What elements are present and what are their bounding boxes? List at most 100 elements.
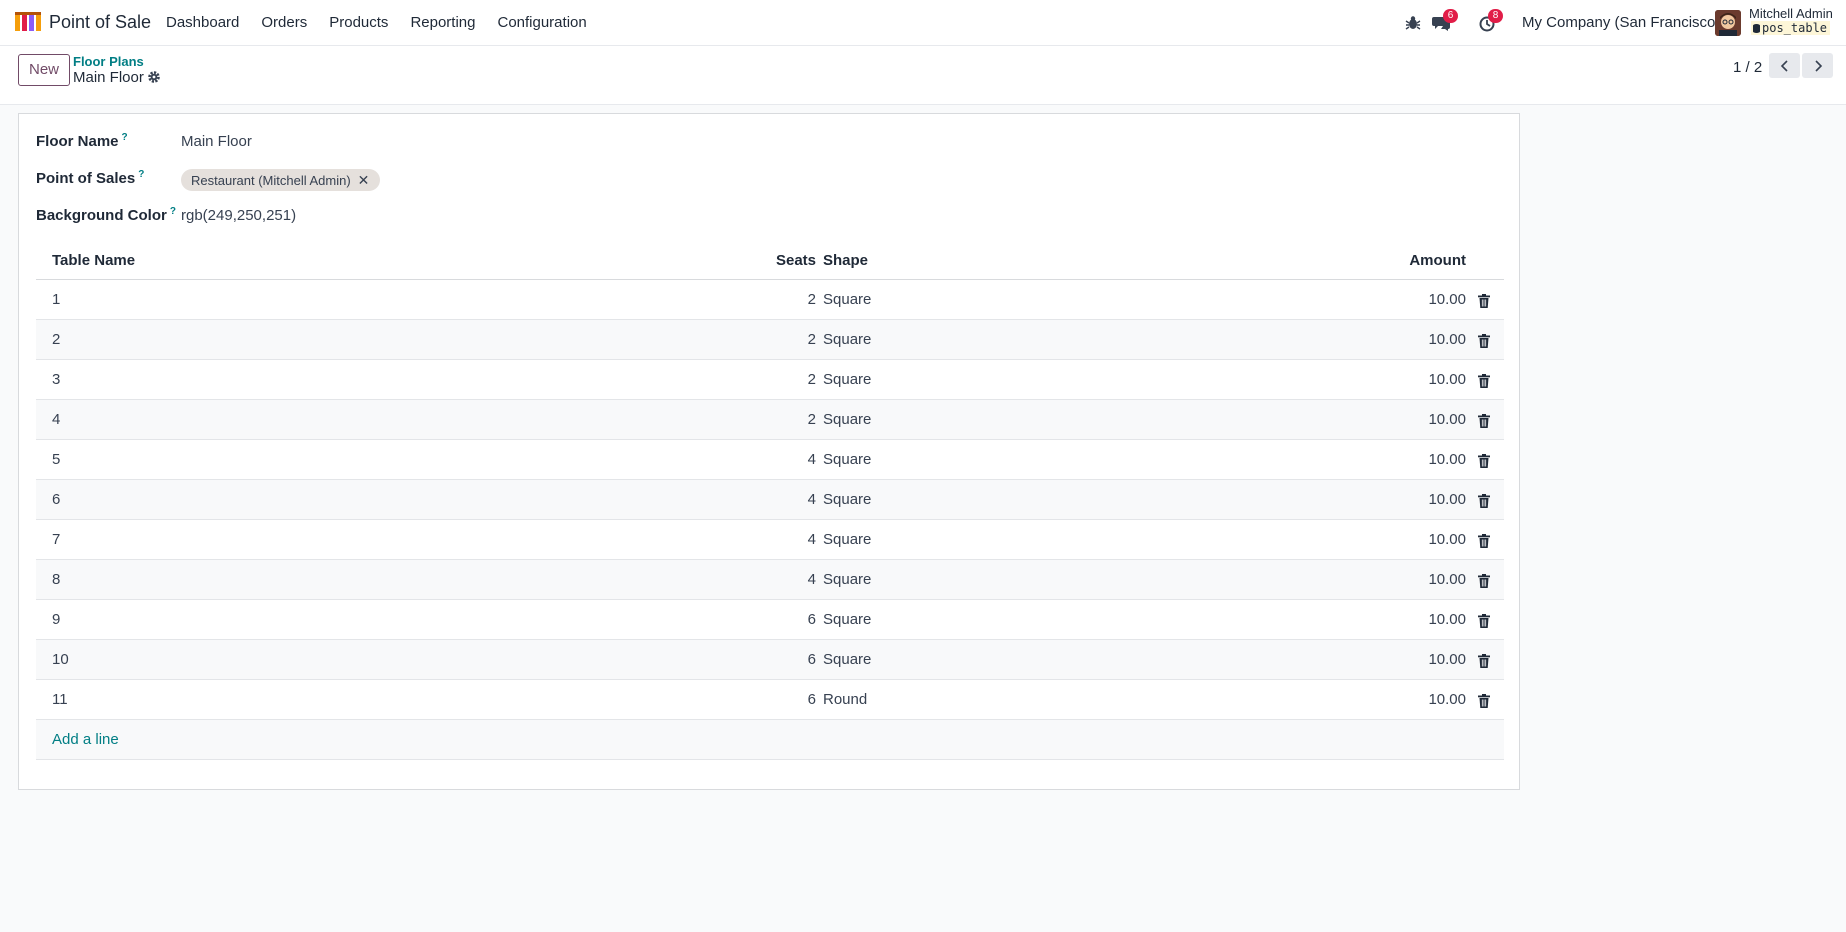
cell-seats[interactable]: 4: [808, 451, 816, 468]
trash-icon[interactable]: [1478, 534, 1490, 548]
user-name[interactable]: Mitchell Admin: [1749, 6, 1833, 21]
main-menu: Dashboard Orders Products Reporting Conf…: [166, 14, 609, 31]
table-row[interactable]: 3 2 Square 10.00: [36, 360, 1504, 400]
cell-shape[interactable]: Square: [823, 451, 871, 468]
cell-amount[interactable]: 10.00: [1428, 571, 1466, 588]
cell-amount[interactable]: 10.00: [1428, 531, 1466, 548]
cell-table-name[interactable]: 2: [52, 331, 60, 348]
user-avatar[interactable]: [1715, 10, 1741, 36]
cell-table-name[interactable]: 10: [52, 651, 69, 668]
messages-icon[interactable]: 6: [1432, 9, 1458, 33]
app-name[interactable]: Point of Sale: [49, 12, 151, 33]
cell-shape[interactable]: Square: [823, 571, 871, 588]
cell-amount[interactable]: 10.00: [1428, 651, 1466, 668]
trash-icon[interactable]: [1478, 614, 1490, 628]
cell-shape[interactable]: Square: [823, 331, 871, 348]
cell-table-name[interactable]: 5: [52, 451, 60, 468]
trash-icon[interactable]: [1478, 574, 1490, 588]
table-row[interactable]: 10 6 Square 10.00: [36, 640, 1504, 680]
cell-amount[interactable]: 10.00: [1428, 451, 1466, 468]
cell-amount[interactable]: 10.00: [1428, 371, 1466, 388]
help-tooltip-icon[interactable]: ?: [122, 132, 128, 143]
menu-dashboard[interactable]: Dashboard: [166, 14, 239, 31]
cell-seats[interactable]: 6: [808, 691, 816, 708]
cell-shape[interactable]: Square: [823, 611, 871, 628]
trash-icon[interactable]: [1478, 334, 1490, 348]
cell-amount[interactable]: 10.00: [1428, 611, 1466, 628]
cell-table-name[interactable]: 4: [52, 411, 60, 428]
gear-icon[interactable]: [147, 70, 161, 84]
trash-icon[interactable]: [1478, 454, 1490, 468]
menu-orders[interactable]: Orders: [261, 14, 307, 31]
cell-table-name[interactable]: 11: [52, 691, 68, 708]
cell-shape[interactable]: Round: [823, 691, 867, 708]
cell-seats[interactable]: 6: [808, 611, 816, 628]
column-seats[interactable]: Seats: [776, 252, 816, 269]
cell-amount[interactable]: 10.00: [1428, 491, 1466, 508]
background-color-field[interactable]: rgb(249,250,251): [181, 207, 296, 224]
trash-icon[interactable]: [1478, 694, 1490, 708]
table-row[interactable]: 2 2 Square 10.00: [36, 320, 1504, 360]
bug-icon[interactable]: [1403, 13, 1423, 33]
cell-seats[interactable]: 4: [808, 531, 816, 548]
cell-table-name[interactable]: 1: [52, 291, 60, 308]
table-row[interactable]: 8 4 Square 10.00: [36, 560, 1504, 600]
cell-seats[interactable]: 4: [808, 491, 816, 508]
cell-amount[interactable]: 10.00: [1428, 691, 1466, 708]
table-row[interactable]: 6 4 Square 10.00: [36, 480, 1504, 520]
trash-icon[interactable]: [1478, 374, 1490, 388]
cell-shape[interactable]: Square: [823, 371, 871, 388]
cell-seats[interactable]: 2: [808, 291, 816, 308]
menu-reporting[interactable]: Reporting: [410, 14, 475, 31]
menu-configuration[interactable]: Configuration: [497, 14, 586, 31]
cell-seats[interactable]: 2: [808, 331, 816, 348]
trash-icon[interactable]: [1478, 414, 1490, 428]
cell-shape[interactable]: Square: [823, 531, 871, 548]
help-tooltip-icon[interactable]: ?: [170, 206, 176, 217]
cell-table-name[interactable]: 6: [52, 491, 60, 508]
trash-icon[interactable]: [1478, 294, 1490, 308]
cell-amount[interactable]: 10.00: [1428, 411, 1466, 428]
cell-shape[interactable]: Square: [823, 291, 871, 308]
cell-amount[interactable]: 10.00: [1428, 331, 1466, 348]
cell-amount[interactable]: 10.00: [1428, 291, 1466, 308]
cell-seats[interactable]: 2: [808, 371, 816, 388]
table-row[interactable]: 9 6 Square 10.00: [36, 600, 1504, 640]
trash-icon[interactable]: [1478, 654, 1490, 668]
chevron-right-icon: [1814, 59, 1822, 72]
activity-clock-icon[interactable]: 8: [1477, 9, 1503, 33]
table-row[interactable]: 11 6 Round 10.00: [36, 680, 1504, 720]
cell-shape[interactable]: Square: [823, 651, 871, 668]
trash-icon[interactable]: [1478, 494, 1490, 508]
cell-seats[interactable]: 6: [808, 651, 816, 668]
column-shape[interactable]: Shape: [823, 252, 868, 269]
table-row[interactable]: 7 4 Square 10.00: [36, 520, 1504, 560]
database-icon: [1753, 24, 1760, 33]
cell-table-name[interactable]: 7: [52, 531, 60, 548]
cell-table-name[interactable]: 8: [52, 571, 60, 588]
table-row[interactable]: 4 2 Square 10.00: [36, 400, 1504, 440]
pos-app-icon[interactable]: [15, 12, 41, 32]
cell-table-name[interactable]: 3: [52, 371, 60, 388]
breadcrumb-floor-plans[interactable]: Floor Plans: [73, 54, 144, 69]
cell-seats[interactable]: 2: [808, 411, 816, 428]
table-row[interactable]: 5 4 Square 10.00: [36, 440, 1504, 480]
cell-table-name[interactable]: 9: [52, 611, 60, 628]
pager-next-button[interactable]: [1802, 53, 1833, 78]
cell-seats[interactable]: 4: [808, 571, 816, 588]
pager-previous-button[interactable]: [1769, 53, 1800, 78]
floor-name-field[interactable]: Main Floor: [181, 133, 252, 150]
column-table-name[interactable]: Table Name: [52, 252, 135, 269]
table-row[interactable]: 1 2 Square 10.00: [36, 280, 1504, 320]
messages-badge: 6: [1443, 9, 1458, 23]
pager-value[interactable]: 1 / 2: [1733, 59, 1762, 76]
cell-shape[interactable]: Square: [823, 491, 871, 508]
menu-products[interactable]: Products: [329, 14, 388, 31]
help-tooltip-icon[interactable]: ?: [138, 169, 144, 180]
remove-tag-icon[interactable]: ✕: [358, 172, 370, 189]
cell-shape[interactable]: Square: [823, 411, 871, 428]
company-switcher[interactable]: My Company (San Francisco): [1522, 14, 1720, 31]
add-a-line-link[interactable]: Add a line: [52, 731, 119, 748]
column-amount[interactable]: Amount: [1409, 252, 1466, 269]
new-button[interactable]: New: [18, 54, 70, 86]
